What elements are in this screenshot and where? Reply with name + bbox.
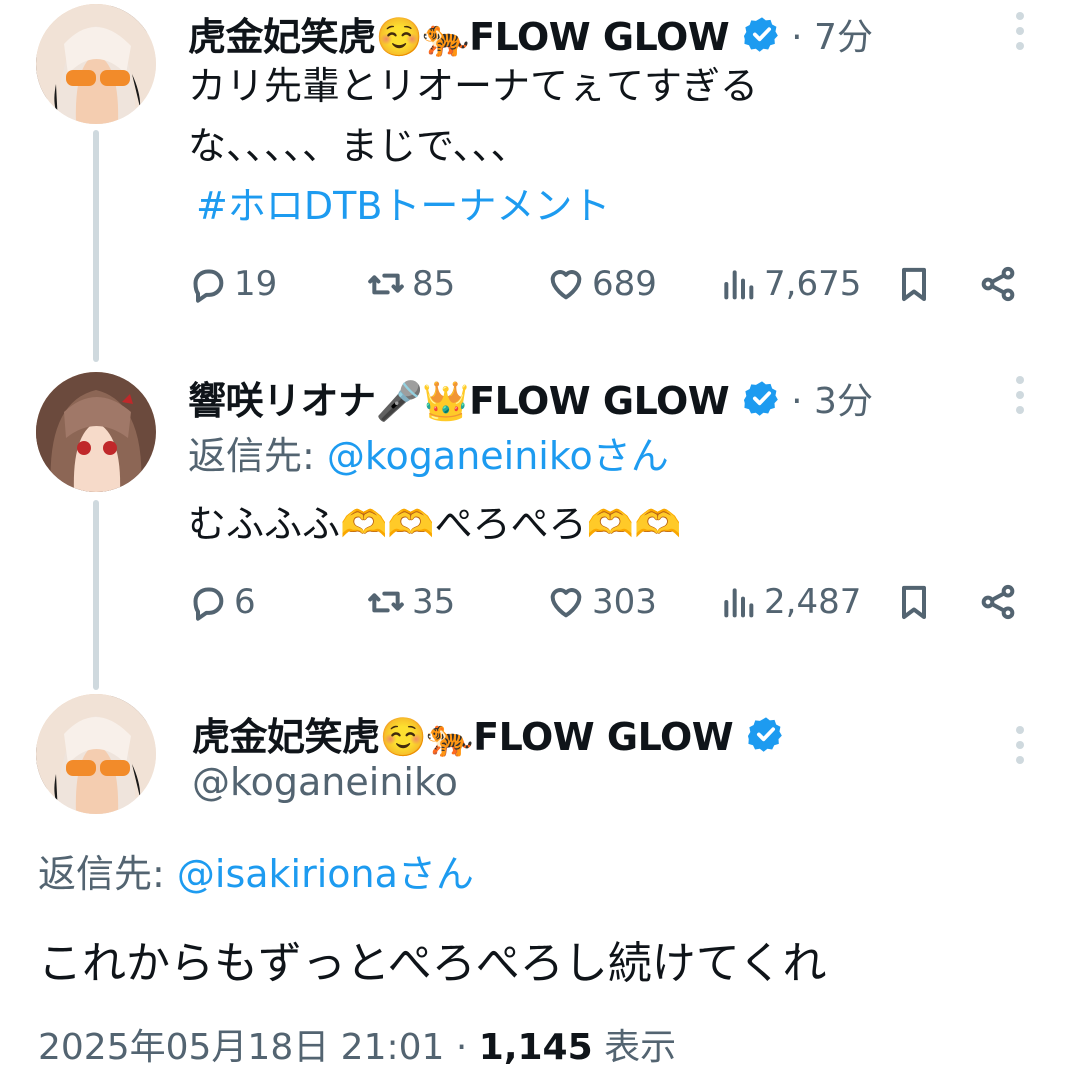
views-count: 2,487 [764, 582, 862, 622]
display-name[interactable]: 響咲リオナ🎤👑FLOW GLOW [188, 370, 730, 425]
reply-button[interactable]: 19 [188, 264, 277, 304]
share-icon [981, 266, 1015, 302]
like-button[interactable]: 689 [546, 264, 657, 304]
repost-count: 85 [412, 264, 456, 304]
display-name[interactable]: 虎金妃笑虎☺️🐅FLOW GLOW [192, 706, 734, 761]
like-icon [550, 270, 582, 300]
like-icon [550, 588, 582, 618]
reply-icon [193, 587, 224, 621]
tweet-text: むふふふ🫶🫶ぺろぺろ🫶🫶 [188, 502, 682, 546]
reply-to-handle[interactable]: @isakirionaさん [177, 852, 474, 896]
tweet-time[interactable]: · 3分 [791, 372, 873, 424]
meta-separator: · [444, 1027, 479, 1068]
hashtag-link[interactable]: #ホロDTBトーナメント [196, 178, 610, 235]
thread-line [93, 500, 99, 690]
like-button[interactable]: 303 [546, 582, 657, 622]
share-button[interactable] [978, 264, 1018, 304]
more-icon[interactable] [1014, 12, 1026, 50]
tweet-meta: 2025年05月18日 21:01 · 1,145 表示 [38, 1018, 676, 1070]
verified-badge-icon [744, 380, 779, 416]
share-icon [981, 584, 1015, 620]
verified-badge-icon [744, 16, 779, 52]
views-count: 1,145 [478, 1027, 593, 1068]
user-handle[interactable]: @koganeiniko [192, 754, 458, 811]
reply-button[interactable]: 6 [188, 582, 256, 622]
views-button[interactable]: 7,675 [718, 264, 861, 304]
reply-count: 19 [234, 264, 278, 304]
tweet-text-line: な、、、、、まじで、、、 [188, 124, 529, 168]
more-icon[interactable] [1014, 376, 1026, 414]
views-count: 7,675 [764, 264, 862, 304]
reply-count: 6 [234, 582, 256, 622]
bookmark-icon [902, 267, 926, 301]
repost-button[interactable]: 85 [366, 264, 455, 304]
repost-icon [368, 591, 404, 613]
bookmark-icon [902, 585, 926, 619]
views-button[interactable]: 2,487 [718, 582, 861, 622]
display-name[interactable]: 虎金妃笑虎☺️🐅FLOW GLOW [188, 6, 730, 61]
avatar[interactable] [36, 4, 156, 124]
views-label: 表示 [592, 1027, 677, 1068]
share-button[interactable] [978, 582, 1018, 622]
reply-to-label: 返信先: [38, 852, 177, 896]
tweet-actions: 6 35 303 2,487 [188, 582, 1028, 632]
avatar[interactable] [36, 694, 156, 814]
tweet-timestamp[interactable]: 2025年05月18日 21:01 [38, 1027, 444, 1068]
tweet-time[interactable]: · 7分 [791, 8, 873, 60]
verified-badge-icon [748, 716, 783, 752]
tweet-actions: 19 85 689 7,675 [188, 264, 1028, 314]
reply-icon [193, 269, 224, 303]
reply-to-line: 返信先: @koganeinikoさん [188, 428, 669, 485]
bookmark-button[interactable] [894, 582, 934, 622]
repost-count: 35 [412, 582, 456, 622]
reply-to-line: 返信先: @isakirionaさん [38, 846, 474, 903]
main-tweet-header: 虎金妃笑虎☺️🐅FLOW GLOW [192, 706, 785, 761]
thread-line [93, 130, 99, 362]
reply-to-handle[interactable]: @koganeinikoさん [327, 434, 669, 478]
views-icon [724, 270, 754, 300]
main-tweet-text: これからもずっとぺろぺろし続けてくれ [38, 938, 827, 989]
reply-to-label: 返信先: [188, 434, 327, 478]
views-icon [724, 588, 754, 618]
tweet-header: 虎金妃笑虎☺️🐅FLOW GLOW · 7分 [188, 6, 873, 61]
tweet-header: 響咲リオナ🎤👑FLOW GLOW · 3分 [188, 370, 873, 425]
like-count: 303 [592, 582, 657, 622]
tweet-text-line: カリ先輩とリオーナてぇてすぎる [188, 64, 759, 108]
more-icon[interactable] [1014, 726, 1026, 764]
repost-button[interactable]: 35 [366, 582, 455, 622]
avatar[interactable] [36, 372, 156, 492]
repost-icon [368, 273, 404, 295]
bookmark-button[interactable] [894, 264, 934, 304]
like-count: 689 [592, 264, 657, 304]
